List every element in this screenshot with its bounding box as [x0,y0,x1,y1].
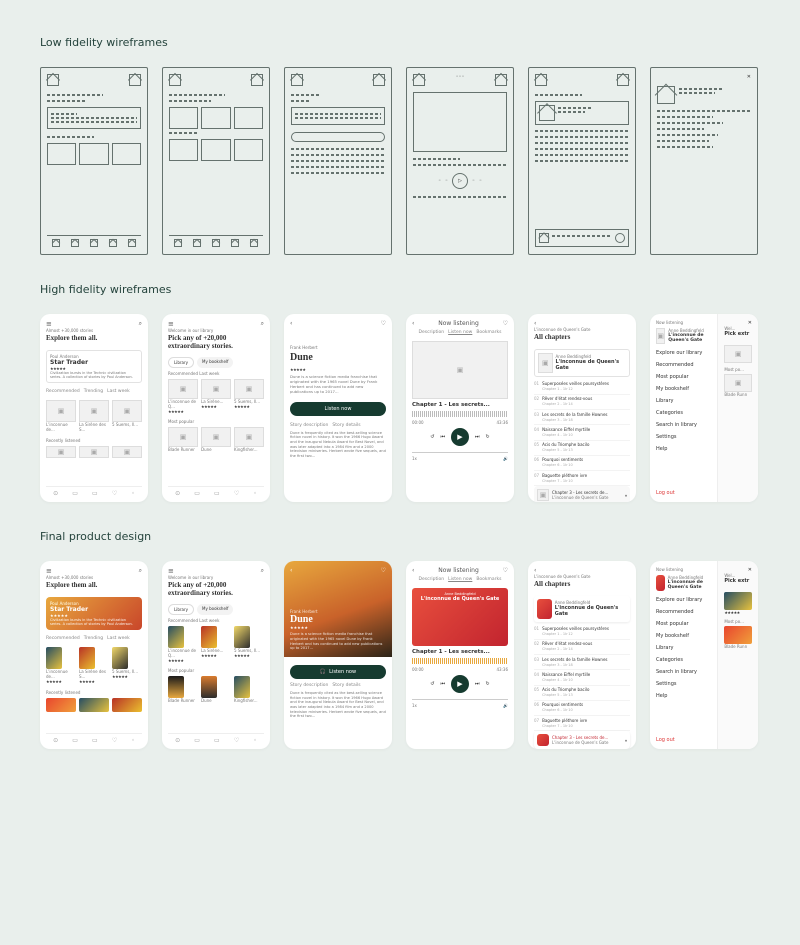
hifi-row: ≡⌕ Almost +30,000 stories Explore them a… [40,314,760,502]
next-icon[interactable]: ⏭ [475,434,480,440]
chapter-row[interactable]: 03Les secrets de la famille HownesChapte… [534,410,630,425]
chapter-row[interactable]: 01Superposées veilles poursystèresChapte… [534,380,630,395]
chapter-row[interactable]: 05Acis du Triomphe baciloChapter 5 - 1k·… [534,441,630,456]
chapter-row[interactable]: 02Rêver d'état rendez-vousChapter 2 - 1k… [534,640,630,655]
menu-item[interactable]: Most popular [656,371,711,383]
tab-recommended[interactable]: Recommended [46,389,80,394]
menu-item[interactable]: Settings [656,431,711,443]
lofi-chapters [528,67,636,255]
lofi-library [162,67,270,255]
chapter-row[interactable]: 05Acis du Triomphe baciloChapter 5 - 1k·… [534,686,630,701]
final-player: ‹Now listening♡ DescriptionListen nowBoo… [406,561,514,749]
hifi-detail: ‹♡ Frank Herbert Dune ★★★★★ Dune is a sc… [284,314,392,502]
chapter-row[interactable]: 04Naissance Eiffel myrtilleChapter 4 - 1… [534,670,630,685]
book-title: Dune [290,352,386,363]
pill-bookshelf[interactable]: My bookshelf [197,357,233,368]
search-icon[interactable]: ⌕ [139,320,142,328]
menu-item[interactable]: Categories [656,654,711,666]
chapter-row[interactable]: 06Pourquoi sentimentsChapter 6 - 1k·10 [534,701,630,716]
chapter-row[interactable]: 06Pourquoi sentimentsChapter 6 - 1k·10 [534,456,630,471]
forward-icon[interactable]: ↻ [486,434,490,440]
final-library: ≡⌕ Welcome in our library Pick any of +2… [162,561,270,749]
section-lofi-title: Low fidelity wireframes [40,36,760,49]
menu-item[interactable]: Library [656,395,711,407]
page-title: Explore them all. [46,335,142,343]
chapter-row[interactable]: 04Naissance Eiffel myrtilleChapter 4 - 1… [534,425,630,440]
chapter-row[interactable]: 01Superposées veilles poursystèresChapte… [534,625,630,640]
menu-item[interactable]: Help [656,690,711,702]
mini-player[interactable]: ▣ Chapter 3 - Les secrets de...L'inconnu… [534,486,630,502]
menu-item[interactable]: My bookshelf [656,630,711,642]
menu-item[interactable]: Search in library [656,666,711,678]
menu-item[interactable]: Recommended [656,359,711,371]
final-detail: ‹♡ Frank Herbert Dune ★★★★★ Dune is a sc… [284,561,392,749]
lofi-menu: ✕ [650,67,758,255]
prev-icon[interactable]: ⏮ [440,434,445,440]
play-button[interactable]: ▶ [451,428,469,446]
section-hifi-title: High fidelity wireframes [40,283,760,296]
menu-item[interactable]: Most popular [656,618,711,630]
listen-now-button[interactable]: Listen now [290,402,386,416]
hifi-library: ≡⌕ Welcome in our library Pick any of +2… [162,314,270,502]
final-row: ≡⌕ Almost +30,000 stories Explore them a… [40,561,760,749]
final-menu: Now listening Anne BeddingfeldL'inconnue… [650,561,758,749]
menu-item[interactable]: Explore our library [656,594,711,606]
menu-item[interactable]: Settings [656,678,711,690]
hifi-chapters: ‹ L'inconnue de Queen's Gate All chapter… [528,314,636,502]
lofi-row: ◦◦◦ ◦◦▷◦◦ ✕ [40,67,760,255]
menu-item[interactable]: Help [656,443,711,455]
chapter-row[interactable]: 07Baguette pléthore ivreChapter 7 - 1k·1… [534,471,630,486]
menu-icon[interactable]: ≡ [46,320,52,328]
chapter-title: Chapter 1 - Les secrets... [412,402,508,408]
hifi-player: ‹Now listening♡ DescriptionListen nowBoo… [406,314,514,502]
section-final-title: Final product design [40,530,760,543]
menu-item[interactable]: Search in library [656,419,711,431]
menu-item[interactable]: Library [656,642,711,654]
menu-item[interactable]: Explore our library [656,347,711,359]
final-chapters: ‹ L'inconnue de Queen's Gate All chapter… [528,561,636,749]
menu-item[interactable]: Recommended [656,606,711,618]
pill-library[interactable]: Library [168,357,194,368]
lofi-detail [284,67,392,255]
menu-item[interactable]: Categories [656,407,711,419]
featured-card[interactable]: Poul Anderson Star Trader ★★★★★ Civiliza… [46,350,142,383]
logout-link[interactable]: Log out [656,490,711,496]
back-icon[interactable]: ‹ [290,320,292,327]
hifi-home: ≡⌕ Almost +30,000 stories Explore them a… [40,314,148,502]
final-home: ≡⌕ Almost +30,000 stories Explore them a… [40,561,148,749]
chapter-row[interactable]: 03Les secrets de la famille HownesChapte… [534,655,630,670]
chapter-row[interactable]: 02Rêver d'état rendez-vousChapter 2 - 1k… [534,395,630,410]
lofi-home [40,67,148,255]
heart-icon[interactable]: ♡ [381,320,386,327]
pause-icon[interactable]: ⏸ [625,493,627,498]
lofi-player: ◦◦◦ ◦◦▷◦◦ [406,67,514,255]
hifi-menu: Now listening ▣ Anne BeddingfeldL'inconn… [650,314,758,502]
rewind-icon[interactable]: ↺ [430,434,434,440]
chapter-row[interactable]: 07Baguette pléthore ivreChapter 7 - 1k·1… [534,716,630,731]
menu-item[interactable]: My bookshelf [656,383,711,395]
